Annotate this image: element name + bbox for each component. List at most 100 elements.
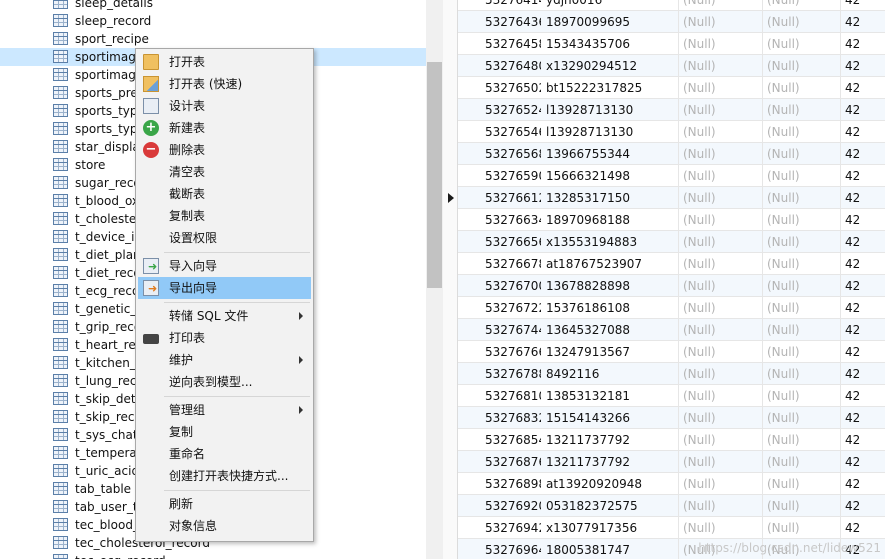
cell-id[interactable]: 53276810 <box>481 385 541 407</box>
cell-id[interactable]: 53276678 <box>481 253 541 275</box>
menu-item[interactable]: 创建打开表快捷方式... <box>138 465 311 487</box>
cell-id[interactable]: 53276612 <box>481 187 541 209</box>
cell-null[interactable]: (Null) <box>679 99 763 121</box>
cell-value[interactable]: 42 <box>841 121 885 143</box>
menu-item[interactable]: 对象信息 <box>138 515 311 537</box>
cell-id[interactable]: 53276722 <box>481 297 541 319</box>
cell-phone[interactable]: 13285317150 <box>542 187 679 209</box>
cell-id[interactable]: 53276546 <box>481 121 541 143</box>
cell-value[interactable]: 42 <box>841 11 885 33</box>
cell-value[interactable]: 42 <box>841 473 885 495</box>
cell-value[interactable]: 42 <box>841 253 885 275</box>
cell-null[interactable]: (Null) <box>763 319 841 341</box>
cell-null[interactable]: (Null) <box>679 407 763 429</box>
table-row[interactable]: 53276766 13247913567 (Null) (Null) 42 <box>443 341 885 363</box>
table-row[interactable]: 53276810 13853132181 (Null) (Null) 42 <box>443 385 885 407</box>
cell-null[interactable]: (Null) <box>763 0 841 11</box>
cell-null[interactable]: (Null) <box>763 363 841 385</box>
menu-item[interactable]: ➜ 导出向导 <box>138 277 311 299</box>
cell-value[interactable]: 42 <box>841 429 885 451</box>
cell-null[interactable]: (Null) <box>763 385 841 407</box>
cell-value[interactable]: 42 <box>841 0 885 11</box>
cell-id[interactable]: 53276524 <box>481 99 541 121</box>
cell-null[interactable]: (Null) <box>679 0 763 11</box>
cell-null[interactable]: (Null) <box>679 297 763 319</box>
table-row[interactable]: 53276414 ydjh0016 (Null) (Null) 42 <box>443 0 885 11</box>
cell-id[interactable]: 53276788 <box>481 363 541 385</box>
cell-id[interactable]: 53276898 <box>481 473 541 495</box>
cell-id[interactable]: 53276502 <box>481 77 541 99</box>
cell-phone[interactable]: 15154143266 <box>542 407 679 429</box>
table-row[interactable]: 53276656 x13553194883 (Null) (Null) 42 <box>443 231 885 253</box>
cell-phone[interactable]: 8492116 <box>542 363 679 385</box>
cell-phone[interactable]: at13920920948 <box>542 473 679 495</box>
menu-item[interactable]: 刷新 <box>138 493 311 515</box>
cell-null[interactable]: (Null) <box>763 165 841 187</box>
cell-phone[interactable]: 15666321498 <box>542 165 679 187</box>
row-indicator[interactable] <box>443 77 458 99</box>
table-row[interactable]: 53276458 15343435706 (Null) (Null) 42 <box>443 33 885 55</box>
cell-null[interactable]: (Null) <box>763 451 841 473</box>
table-row[interactable]: 53276480 x13290294512 (Null) (Null) 42 <box>443 55 885 77</box>
cell-value[interactable]: 42 <box>841 363 885 385</box>
cell-phone[interactable]: x13077917356 <box>542 517 679 539</box>
cell-null[interactable]: (Null) <box>679 341 763 363</box>
table-row[interactable]: 53276898 at13920920948 (Null) (Null) 42 <box>443 473 885 495</box>
cell-null[interactable]: (Null) <box>679 143 763 165</box>
table-row[interactable]: 53276634 18970968188 (Null) (Null) 42 <box>443 209 885 231</box>
row-indicator[interactable] <box>443 385 458 407</box>
cell-null[interactable]: (Null) <box>763 209 841 231</box>
row-indicator[interactable] <box>443 517 458 539</box>
table-row[interactable]: 53276678 at18767523907 (Null) (Null) 42 <box>443 253 885 275</box>
cell-null[interactable]: (Null) <box>679 231 763 253</box>
menu-item[interactable]: 设置权限 <box>138 227 311 249</box>
cell-value[interactable]: 42 <box>841 187 885 209</box>
table-row[interactable]: 53276722 15376186108 (Null) (Null) 42 <box>443 297 885 319</box>
cell-phone[interactable]: bt15222317825 <box>542 77 679 99</box>
cell-null[interactable]: (Null) <box>679 363 763 385</box>
row-indicator[interactable] <box>443 231 458 253</box>
cell-phone[interactable]: 15376186108 <box>542 297 679 319</box>
tree-item-table[interactable]: sleep_record <box>0 12 426 30</box>
table-row[interactable]: 53276436 18970099695 (Null) (Null) 42 <box>443 11 885 33</box>
cell-null[interactable]: (Null) <box>763 495 841 517</box>
cell-null[interactable]: (Null) <box>679 33 763 55</box>
cell-null[interactable]: (Null) <box>679 319 763 341</box>
cell-value[interactable]: 42 <box>841 319 885 341</box>
cell-value[interactable]: 42 <box>841 99 885 121</box>
cell-null[interactable]: (Null) <box>763 275 841 297</box>
table-row[interactable]: 53276502 bt15222317825 (Null) (Null) 42 <box>443 77 885 99</box>
menu-item[interactable]: 管理组 <box>138 399 311 421</box>
cell-null[interactable]: (Null) <box>763 253 841 275</box>
row-indicator[interactable] <box>443 143 458 165</box>
cell-phone[interactable]: 18005381747 <box>542 539 679 559</box>
table-row[interactable]: 53276524 l13928713130 (Null) (Null) 42 <box>443 99 885 121</box>
cell-value[interactable]: 42 <box>841 165 885 187</box>
cell-value[interactable]: 42 <box>841 517 885 539</box>
cell-null[interactable]: (Null) <box>763 297 841 319</box>
cell-id[interactable]: 53276656 <box>481 231 541 253</box>
cell-phone[interactable]: l13928713130 <box>542 99 679 121</box>
cell-null[interactable]: (Null) <box>679 121 763 143</box>
table-row[interactable]: 53276744 13645327088 (Null) (Null) 42 <box>443 319 885 341</box>
cell-null[interactable]: (Null) <box>763 121 841 143</box>
table-row[interactable]: 53276876 13211737792 (Null) (Null) 42 <box>443 451 885 473</box>
tree-item-table[interactable]: sport_recipe <box>0 30 426 48</box>
cell-value[interactable]: 42 <box>841 209 885 231</box>
menu-item[interactable]: 截断表 <box>138 183 311 205</box>
cell-id[interactable]: 53276480 <box>481 55 541 77</box>
cell-id[interactable]: 53276832 <box>481 407 541 429</box>
cell-value[interactable]: 42 <box>841 33 885 55</box>
cell-null[interactable]: (Null) <box>679 77 763 99</box>
menu-item[interactable]: 复制表 <box>138 205 311 227</box>
cell-null[interactable]: (Null) <box>679 165 763 187</box>
tree-item-table[interactable]: tec_ecg_record <box>0 552 426 559</box>
row-indicator[interactable] <box>443 319 458 341</box>
menu-item[interactable]: 清空表 <box>138 161 311 183</box>
cell-null[interactable]: (Null) <box>679 495 763 517</box>
cell-value[interactable]: 42 <box>841 297 885 319</box>
cell-phone[interactable]: 13853132181 <box>542 385 679 407</box>
cell-id[interactable]: 53276436 <box>481 11 541 33</box>
row-indicator[interactable] <box>443 275 458 297</box>
cell-null[interactable]: (Null) <box>763 517 841 539</box>
